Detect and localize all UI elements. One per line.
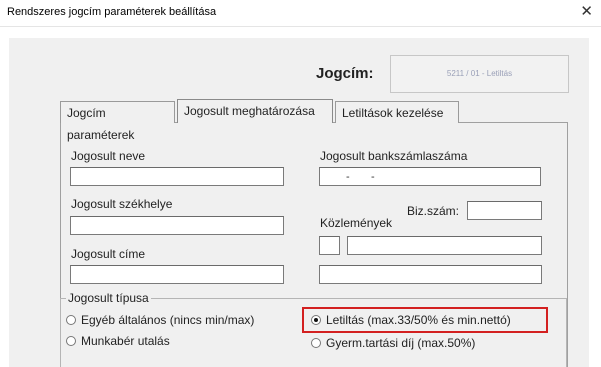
- kozlemenyek-long-input[interactable]: [347, 236, 542, 255]
- biz-szam-input[interactable]: [467, 201, 542, 220]
- jogosult-neve-label: Jogosult neve: [71, 149, 146, 163]
- jogosult-neve-input[interactable]: [70, 167, 284, 186]
- radio-egyeb-altalanos[interactable]: Egyéb általános (nincs min/max): [66, 313, 254, 327]
- jogosult-cime-input[interactable]: [70, 265, 284, 284]
- jogosult-tipusa-legend: Jogosult típusa: [66, 291, 151, 305]
- radio-label: Egyéb általános (nincs min/max): [81, 313, 255, 327]
- title-bar: Rendszeres jogcím paraméterek beállítása…: [0, 0, 601, 27]
- jogcim-value-box: 5211 / 01 - Letiltás: [390, 55, 569, 93]
- radio-munkaber-utalas[interactable]: Munkabér utalás: [66, 334, 170, 348]
- radio-label: Munkabér utalás: [81, 334, 170, 348]
- tab-jogosult-meghatarozasa[interactable]: Jogosult meghatározása: [177, 99, 333, 123]
- close-icon[interactable]: ✕: [580, 3, 593, 21]
- jogosult-cime-label: Jogosult címe: [71, 247, 146, 261]
- bankszamla-value: - -: [346, 171, 375, 183]
- tab-jogcim-parameterek[interactable]: Jogcím paraméterek: [60, 101, 175, 142]
- radio-button[interactable]: [66, 315, 76, 325]
- jogcim-label: Jogcím:: [316, 65, 374, 82]
- tab-letiltasok-kezelese[interactable]: Letiltások kezelése: [335, 101, 459, 123]
- radio-button[interactable]: [311, 338, 321, 348]
- kozlemenyek-label: Közlemények: [320, 216, 393, 230]
- window-title: Rendszeres jogcím paraméterek beállítása: [7, 6, 217, 18]
- highlight-box: [302, 307, 548, 333]
- radio-label: Gyerm.tartási díj (max.50%): [326, 336, 476, 350]
- kozlemenyek-short-input[interactable]: [319, 236, 340, 255]
- kozlemenyek-line2-input[interactable]: [319, 265, 542, 284]
- radio-gyerm-tartasi-dij[interactable]: Gyerm.tartási díj (max.50%): [311, 336, 475, 350]
- biz-szam-label: Biz.szám:: [407, 204, 460, 218]
- bankszamla-label: Jogosult bankszámlaszáma: [320, 149, 468, 163]
- dialog-window: Rendszeres jogcím paraméterek beállítása…: [0, 0, 601, 367]
- radio-button[interactable]: [66, 336, 76, 346]
- jogosult-szekhelye-label: Jogosult székhelye: [71, 197, 173, 211]
- jogosult-szekhelye-input[interactable]: [70, 216, 284, 235]
